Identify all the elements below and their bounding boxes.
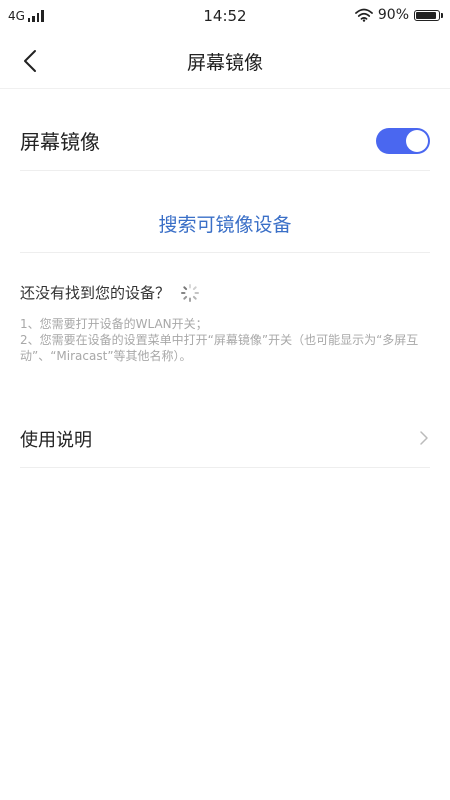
screen-mirror-label: 屏幕镜像	[20, 130, 100, 154]
status-right: 90%	[354, 7, 443, 23]
status-bar: 4G 14:52 90%	[0, 0, 450, 32]
nav-bar: 屏幕镜像	[0, 40, 450, 82]
page-title: 屏幕镜像	[186, 52, 263, 74]
not-found-row: 还没有找到您的设备？	[20, 282, 200, 303]
divider	[20, 467, 430, 468]
screen-mirror-toggle[interactable]	[376, 128, 430, 154]
search-devices-button[interactable]: 搜索可镜像设备	[0, 210, 450, 237]
battery-fill	[416, 11, 436, 19]
usage-instructions-row[interactable]: 使用说明	[20, 420, 430, 456]
screen-mirror-row: 屏幕镜像	[20, 118, 430, 164]
hint-line-2: 2、您需要在设备的设置菜单中打开“屏幕镜像”开关（也可能显示为“多屏互动”、“M…	[20, 333, 419, 363]
divider	[20, 170, 430, 171]
nav-divider	[0, 88, 450, 89]
toggle-knob	[406, 130, 428, 152]
not-found-text: 还没有找到您的设备？	[20, 284, 171, 302]
loading-spinner-icon	[181, 283, 200, 302]
divider	[20, 252, 430, 253]
hint-text: 1、您需要打开设备的WLAN开关； 2、您需要在设备的设置菜单中打开“屏幕镜像”…	[20, 316, 430, 364]
wifi-icon	[354, 8, 373, 22]
battery-icon	[414, 9, 443, 21]
chevron-right-icon	[420, 431, 428, 445]
usage-instructions-label: 使用说明	[20, 430, 92, 451]
hint-line-1: 1、您需要打开设备的WLAN开关；	[20, 317, 208, 331]
battery-percent: 90%	[377, 7, 409, 23]
